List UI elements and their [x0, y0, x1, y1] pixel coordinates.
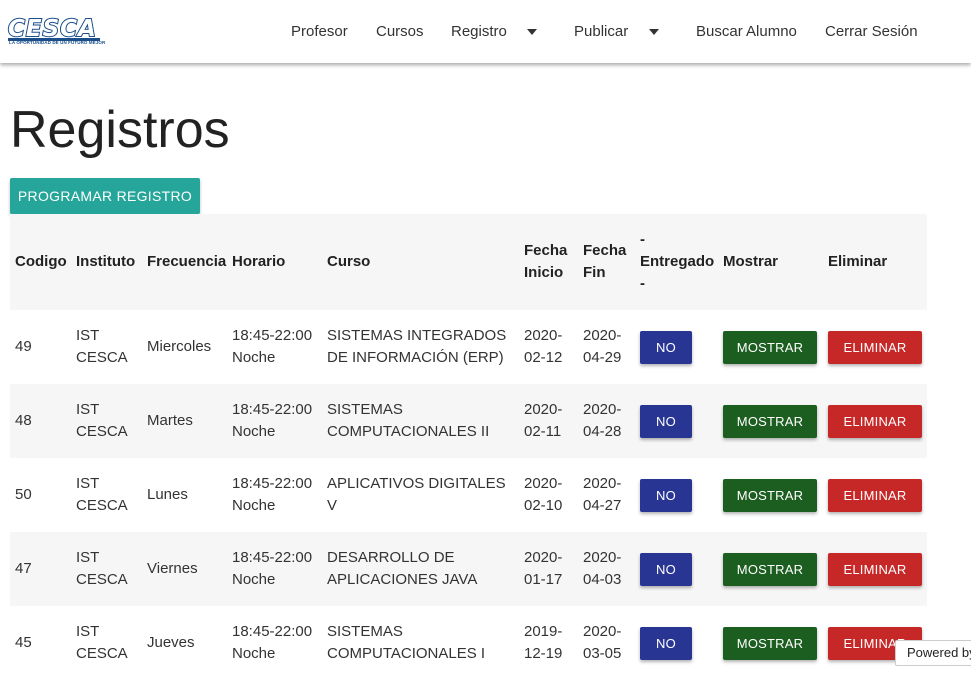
table-row: 47 IST CESCA Viernes 18:45-22:00 Noche D…	[10, 532, 927, 606]
header-entregado: - Entregado -	[635, 214, 718, 310]
cell-fecha-fin: 2020-04-27	[583, 475, 622, 514]
nav-publicar[interactable]: Publicar	[574, 22, 628, 42]
cell-entregado: NO	[635, 310, 718, 384]
cell-mostrar: MOSTRAR	[718, 532, 823, 606]
cell-curso: SISTEMAS COMPUTACIONALES I	[327, 623, 486, 662]
header-codigo: Codigo	[10, 214, 71, 310]
cell-mostrar: MOSTRAR	[718, 606, 823, 680]
mostrar-button[interactable]: MOSTRAR	[723, 404, 817, 438]
cell-curso: DESARROLLO DE APLICACIONES JAVA	[322, 532, 519, 606]
header-curso: Curso	[322, 214, 519, 310]
entregado-no-button[interactable]: NO	[640, 552, 692, 586]
cell-curso: SISTEMAS COMPUTACIONALES II	[322, 384, 519, 458]
table-row: 49 IST CESCA Miercoles 18:45-22:00 Noche…	[10, 310, 927, 384]
cell-eliminar: ELIMINAR	[823, 532, 927, 606]
cell-horario: 18:45-22:00 Noche	[232, 623, 313, 662]
cell-fecha-fin: 2020-04-03	[578, 532, 635, 606]
header-fecha-fin: Fecha Fin	[578, 214, 635, 310]
eliminar-button[interactable]: ELIMINAR	[828, 404, 922, 438]
cell-frecuencia: Viernes	[142, 532, 227, 606]
publicar-dropdown-caret-icon[interactable]	[649, 29, 659, 35]
cell-codigo: 45	[15, 634, 32, 651]
cell-codigo: 48	[10, 384, 71, 458]
nav-registro[interactable]: Registro	[451, 22, 507, 42]
cell-instituto: IST CESCA	[76, 327, 128, 366]
mostrar-button[interactable]: MOSTRAR	[723, 552, 817, 586]
logo-tagline: LA OPORTUNIDAD DE UN FUTURO MEJOR	[9, 40, 106, 45]
eliminar-button[interactable]: ELIMINAR	[828, 552, 922, 586]
cell-frecuencia: Lunes	[147, 486, 188, 503]
cell-instituto: IST CESCA	[71, 384, 142, 458]
cell-entregado: NO	[635, 458, 718, 532]
header-fecha-inicio: Fecha Inicio	[519, 214, 578, 310]
page-title: Registros	[10, 101, 230, 159]
cell-fecha-inicio: 2020-02-11	[519, 384, 578, 458]
cell-codigo: 47	[10, 532, 71, 606]
cell-codigo: 49	[15, 338, 32, 355]
cell-horario: 18:45-22:00 Noche	[227, 384, 322, 458]
programar-registro-button[interactable]: PROGRAMAR REGISTRO	[10, 178, 200, 214]
nav-buscar-alumno[interactable]: Buscar Alumno	[696, 22, 797, 42]
cell-horario: 18:45-22:00 Noche	[232, 327, 313, 366]
cell-fecha-inicio: 2019-12-19	[524, 623, 563, 662]
nav-cursos[interactable]: Cursos	[376, 22, 424, 42]
cell-fecha-fin: 2020-03-05	[583, 623, 622, 662]
cell-horario: 18:45-22:00 Noche	[227, 532, 322, 606]
cell-frecuencia: Martes	[142, 384, 227, 458]
cell-mostrar: MOSTRAR	[718, 384, 823, 458]
table-row: 48 IST CESCA Martes 18:45-22:00 Noche SI…	[10, 384, 927, 458]
mostrar-button[interactable]: MOSTRAR	[723, 626, 817, 660]
nav-cerrar-sesion[interactable]: Cerrar Sesión	[825, 22, 918, 42]
cell-fecha-inicio: 2020-02-12	[524, 327, 563, 366]
eliminar-button[interactable]: ELIMINAR	[828, 330, 922, 364]
cell-instituto: IST CESCA	[71, 532, 142, 606]
cell-codigo: 50	[15, 486, 32, 503]
cell-mostrar: MOSTRAR	[718, 310, 823, 384]
powered-by-badge[interactable]: Powered by	[895, 640, 971, 666]
registro-dropdown-caret-icon[interactable]	[527, 29, 537, 35]
header-eliminar: Eliminar	[823, 214, 927, 310]
header-instituto: Instituto	[71, 214, 142, 310]
table-row: 50 IST CESCA Lunes 18:45-22:00 Noche APL…	[10, 458, 927, 532]
mostrar-button[interactable]: MOSTRAR	[723, 330, 817, 364]
cell-eliminar: ELIMINAR	[823, 310, 927, 384]
cell-eliminar: ELIMINAR	[823, 384, 927, 458]
cell-fecha-fin: 2020-04-29	[583, 327, 622, 366]
cell-fecha-inicio: 2020-01-17	[519, 532, 578, 606]
cell-horario: 18:45-22:00 Noche	[232, 475, 313, 514]
cell-instituto: IST CESCA	[76, 475, 128, 514]
eliminar-button[interactable]: ELIMINAR	[828, 478, 922, 512]
entregado-no-button[interactable]: NO	[640, 404, 692, 438]
navbar: CESCA LA OPORTUNIDAD DE UN FUTURO MEJOR …	[0, 0, 971, 63]
cell-instituto: IST CESCA	[76, 623, 128, 662]
header-horario: Horario	[227, 214, 322, 310]
cell-frecuencia: Miercoles	[147, 338, 212, 355]
nav-profesor[interactable]: Profesor	[291, 22, 348, 42]
cell-mostrar: MOSTRAR	[718, 458, 823, 532]
entregado-no-button[interactable]: NO	[640, 478, 692, 512]
cell-frecuencia: Jueves	[147, 634, 195, 651]
cell-fecha-inicio: 2020-02-10	[524, 475, 563, 514]
records-table: Codigo Instituto Frecuencia Horario Curs…	[10, 214, 927, 680]
entregado-no-button[interactable]: NO	[640, 626, 692, 660]
cell-eliminar: ELIMINAR	[823, 458, 927, 532]
cell-entregado: NO	[635, 384, 718, 458]
entregado-no-button[interactable]: NO	[640, 330, 692, 364]
header-frecuencia: Frecuencia	[142, 214, 227, 310]
table-header-row: Codigo Instituto Frecuencia Horario Curs…	[10, 214, 927, 310]
cell-entregado: NO	[635, 606, 718, 680]
cell-curso: APLICATIVOS DIGITALES V	[327, 475, 506, 514]
header-mostrar: Mostrar	[718, 214, 823, 310]
cell-entregado: NO	[635, 532, 718, 606]
cell-fecha-fin: 2020-04-28	[578, 384, 635, 458]
table-row: 45 IST CESCA Jueves 18:45-22:00 Noche SI…	[10, 606, 927, 680]
cesca-logo[interactable]: CESCA LA OPORTUNIDAD DE UN FUTURO MEJOR	[7, 15, 105, 48]
cell-curso: SISTEMAS INTEGRADOS DE INFORMACIÓN (ERP)	[327, 327, 507, 366]
mostrar-button[interactable]: MOSTRAR	[723, 478, 817, 512]
